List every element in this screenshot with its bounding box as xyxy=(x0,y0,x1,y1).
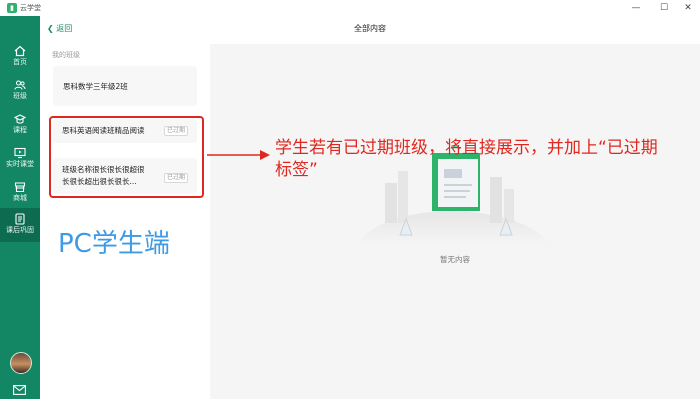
users-icon xyxy=(0,76,40,92)
class-card[interactable]: 思科数学三年级2班 xyxy=(53,66,197,106)
back-label: 返回 xyxy=(56,24,73,33)
class-name: 思科数学三年级2班 xyxy=(63,82,128,91)
sidebar-item-label: 课后巩固 xyxy=(6,226,34,234)
home-icon xyxy=(0,42,40,58)
annotation-line-1: 学生若有已过期班级，将直接展示，并加上“已过期 xyxy=(275,138,658,158)
platform-label: PC学生端 xyxy=(58,229,170,259)
empty-state-text: 暂无内容 xyxy=(440,255,470,264)
highlight-box xyxy=(49,116,204,198)
page-title: 全部内容 xyxy=(354,24,386,33)
annotation-line-2: 标签” xyxy=(275,160,318,180)
sidebar-item-label: 班级 xyxy=(13,92,27,100)
annotation-arrow xyxy=(207,150,270,160)
sidebar-item-label: 课程 xyxy=(13,126,27,134)
live-class-icon xyxy=(0,144,40,160)
sidebar-item-homework[interactable]: 课后巩固 xyxy=(0,208,40,242)
chevron-left-icon: ❮ xyxy=(47,24,54,33)
sidebar-item-label: 实时课堂 xyxy=(6,160,34,168)
mail-icon[interactable] xyxy=(13,380,26,399)
sidebar-item-label: 首页 xyxy=(13,58,27,66)
sidebar-item-store[interactable]: 商城 xyxy=(0,176,40,210)
store-icon xyxy=(0,178,40,194)
sidebar-item-label: 商城 xyxy=(13,194,27,202)
back-button[interactable]: ❮ 返回 xyxy=(47,22,72,36)
minimize-button[interactable]: — xyxy=(624,0,648,16)
app-logo-icon: ▮ xyxy=(7,3,17,13)
sidebar-item-class[interactable]: 班级 xyxy=(0,74,40,108)
sidebar-item-live[interactable]: 实时课堂 xyxy=(0,142,40,176)
app-title: 云学堂 xyxy=(20,4,41,12)
section-label: 我的班级 xyxy=(52,51,80,59)
avatar[interactable] xyxy=(10,352,32,374)
annotation-text: 学生若有已过期班级，将直接展示，并加上“已过期 标签” xyxy=(275,137,695,181)
close-button[interactable]: ✕ xyxy=(676,0,700,16)
sidebar-item-home[interactable]: 首页 xyxy=(0,40,40,74)
sidebar-item-course[interactable]: 课程 xyxy=(0,108,40,142)
title-bar xyxy=(0,0,700,16)
graduation-cap-icon xyxy=(0,110,40,126)
homework-icon xyxy=(0,210,40,226)
maximize-button[interactable]: ☐ xyxy=(652,0,676,16)
